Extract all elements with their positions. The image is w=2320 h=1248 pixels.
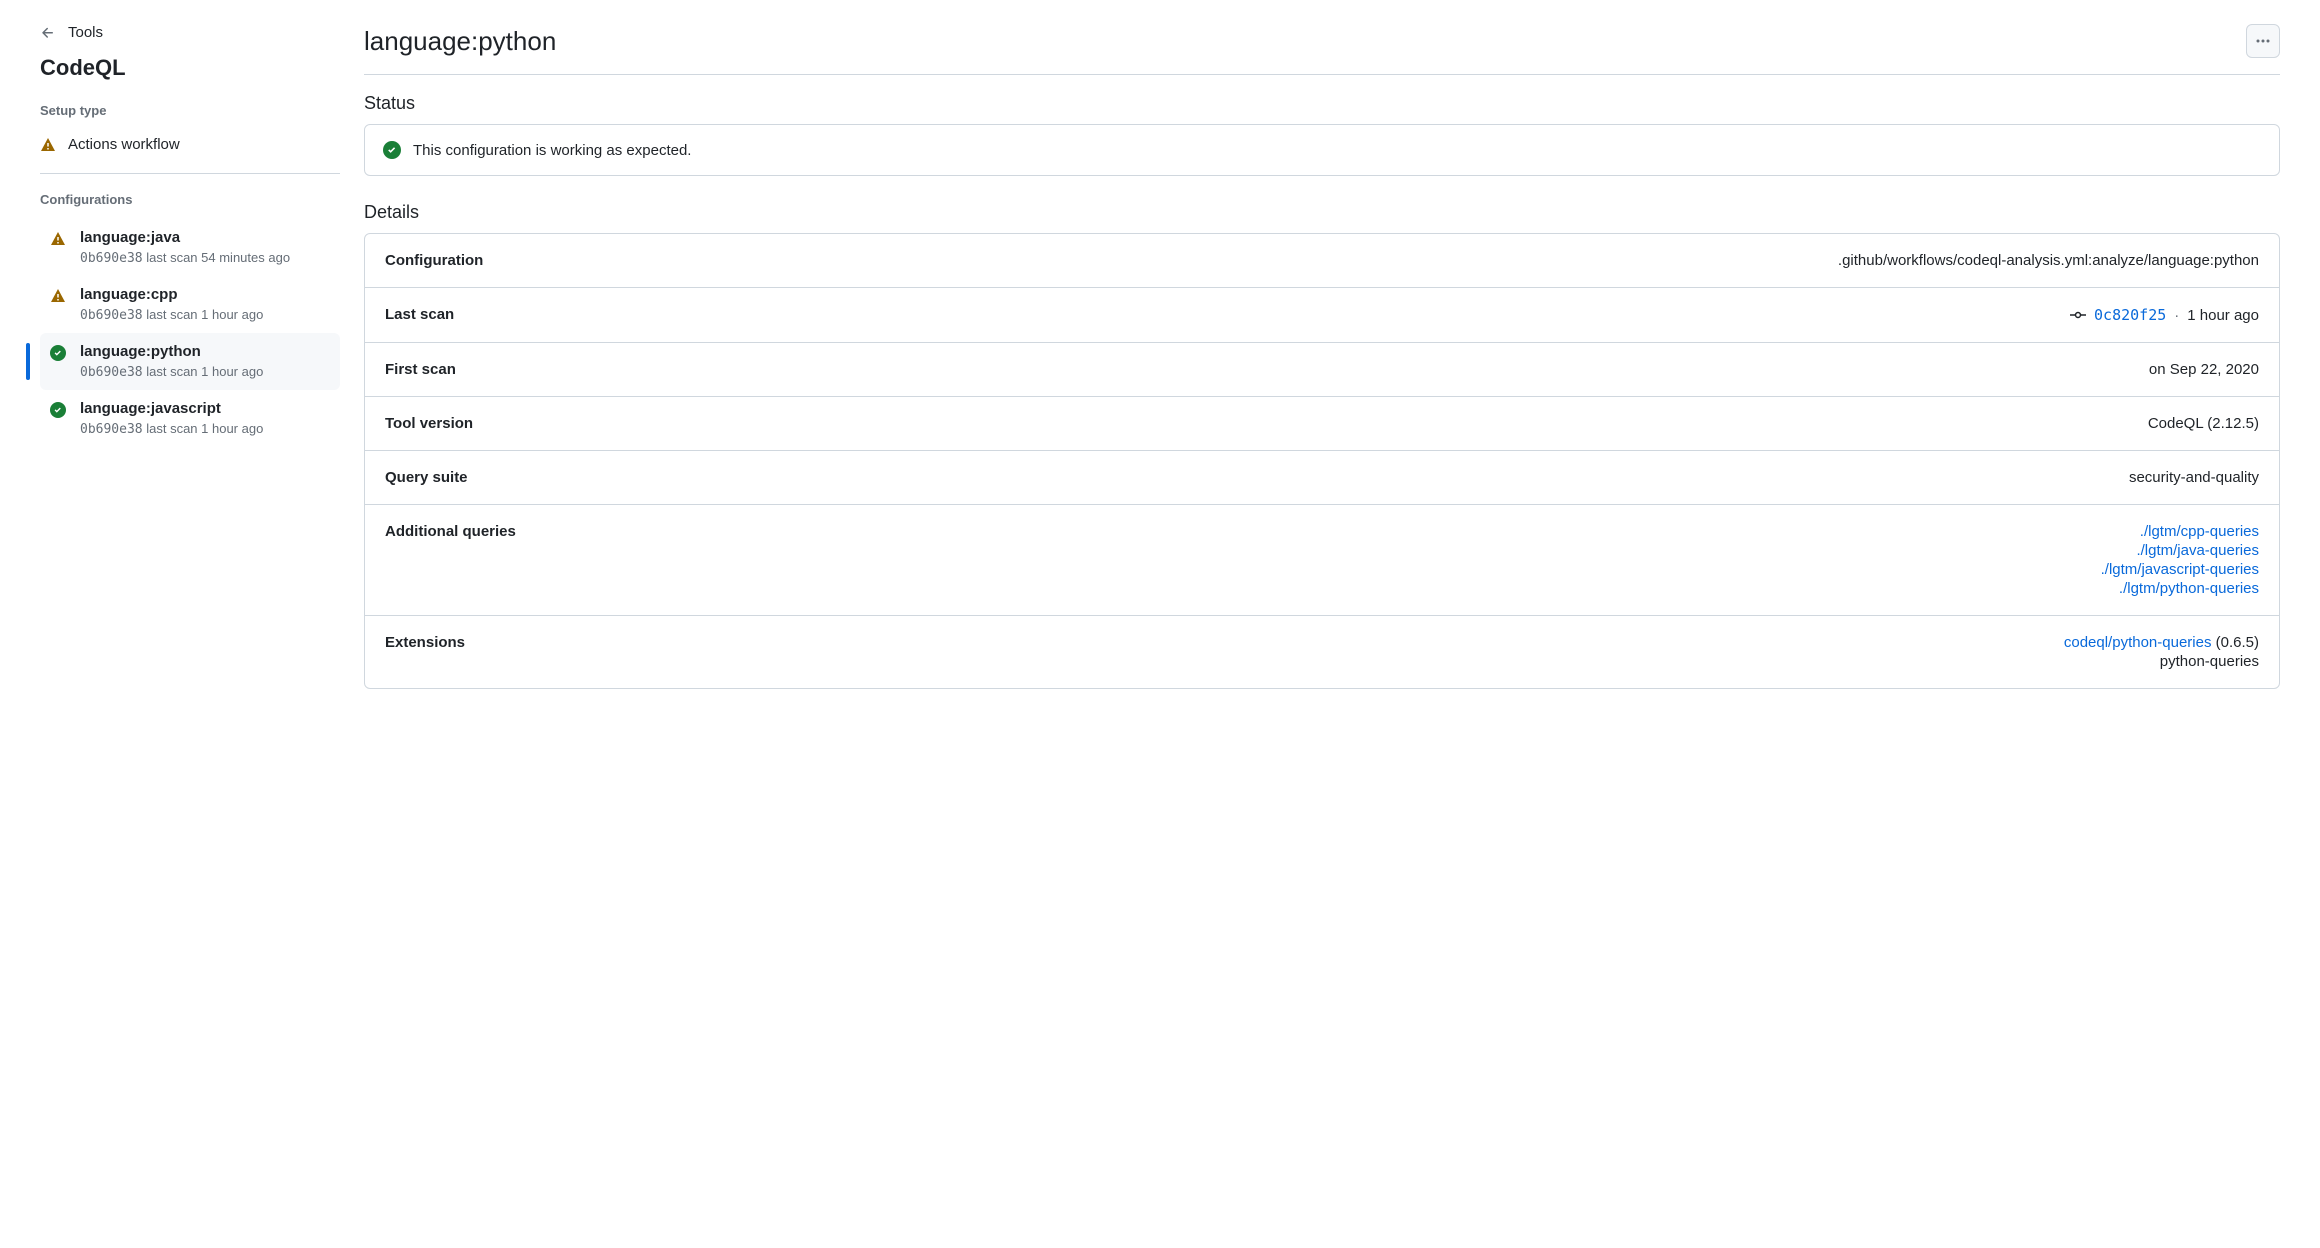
config-name: language:java	[80, 229, 330, 246]
back-link[interactable]: Tools	[40, 24, 340, 41]
separator: ·	[2174, 307, 2179, 324]
status-box: This configuration is working as expecte…	[364, 124, 2280, 176]
check-circle-icon	[50, 402, 68, 420]
config-meta: 0b690e38 last scan 54 minutes ago	[80, 250, 330, 266]
sidebar: Tools CodeQL Setup type Actions workflow…	[40, 24, 340, 689]
row-last-scan: Last scan 0c820f25 · 1 hour ago	[365, 288, 2279, 343]
row-label: Extensions	[385, 634, 465, 651]
status-heading: Status	[364, 93, 2280, 114]
sidebar-config-item[interactable]: language:java 0b690e38 last scan 54 minut…	[40, 219, 340, 276]
last-scan-commit-link[interactable]: 0c820f25	[2094, 306, 2166, 324]
additional-query-link[interactable]: ./lgtm/cpp-queries	[2140, 523, 2259, 540]
row-label: Configuration	[385, 252, 483, 269]
back-label: Tools	[68, 24, 103, 41]
row-additional-queries: Additional queries ./lgtm/cpp-queries ./l…	[365, 505, 2279, 616]
row-label: Query suite	[385, 469, 468, 486]
setup-type-label: Setup type	[40, 103, 340, 118]
config-meta: 0b690e38 last scan 1 hour ago	[80, 364, 330, 380]
config-meta: 0b690e38 last scan 1 hour ago	[80, 307, 330, 323]
row-label: Tool version	[385, 415, 473, 432]
arrow-left-icon	[40, 25, 56, 41]
details-heading: Details	[364, 202, 2280, 223]
config-meta: 0b690e38 last scan 1 hour ago	[80, 421, 330, 437]
setup-type-value: Actions workflow	[68, 136, 180, 153]
first-scan-value: on Sep 22, 2020	[2149, 361, 2259, 378]
extension-version: (0.6.5)	[2216, 634, 2259, 651]
setup-type-row[interactable]: Actions workflow	[40, 130, 340, 174]
row-label: Additional queries	[385, 523, 516, 540]
row-first-scan: First scan on Sep 22, 2020	[365, 343, 2279, 397]
configuration-value: .github/workflows/codeql-analysis.yml:an…	[1838, 252, 2259, 269]
configurations-list: language:java 0b690e38 last scan 54 minut…	[40, 219, 340, 447]
row-label: First scan	[385, 361, 456, 378]
alert-icon	[50, 231, 68, 249]
additional-query-link[interactable]: ./lgtm/javascript-queries	[2101, 561, 2259, 578]
sidebar-config-item[interactable]: language:cpp 0b690e38 last scan 1 hour ag…	[40, 276, 340, 333]
extension-plain: python-queries	[2160, 653, 2259, 670]
extension-link[interactable]: codeql/python-queries	[2064, 634, 2212, 651]
alert-icon	[40, 137, 56, 153]
commit-icon	[2070, 307, 2086, 323]
status-message: This configuration is working as expecte…	[413, 142, 691, 159]
main: language:python Status This configuratio…	[364, 24, 2280, 689]
additional-query-link[interactable]: ./lgtm/java-queries	[2136, 542, 2259, 559]
tool-version-value: CodeQL (2.12.5)	[2148, 415, 2259, 432]
kebab-icon	[2255, 33, 2271, 49]
configurations-label: Configurations	[40, 192, 340, 207]
row-label: Last scan	[385, 306, 454, 323]
sidebar-config-item[interactable]: language:python 0b690e38 last scan 1 hour…	[40, 333, 340, 390]
page-title: language:python	[364, 26, 556, 57]
row-query-suite: Query suite security-and-quality	[365, 451, 2279, 505]
sidebar-title: CodeQL	[40, 55, 340, 81]
row-extensions: Extensions codeql/python-queries (0.6.5)…	[365, 616, 2279, 688]
query-suite-value: security-and-quality	[2129, 469, 2259, 486]
check-circle-icon	[50, 345, 68, 363]
last-scan-when: 1 hour ago	[2187, 307, 2259, 324]
config-name: language:javascript	[80, 400, 330, 417]
details-table: Configuration .github/workflows/codeql-a…	[364, 233, 2280, 689]
additional-query-link[interactable]: ./lgtm/python-queries	[2119, 580, 2259, 597]
sidebar-config-item[interactable]: language:javascript 0b690e38 last scan 1 …	[40, 390, 340, 447]
alert-icon	[50, 288, 68, 306]
row-configuration: Configuration .github/workflows/codeql-a…	[365, 234, 2279, 288]
config-name: language:cpp	[80, 286, 330, 303]
row-tool-version: Tool version CodeQL (2.12.5)	[365, 397, 2279, 451]
check-circle-icon	[383, 141, 401, 159]
more-actions-button[interactable]	[2246, 24, 2280, 58]
config-name: language:python	[80, 343, 330, 360]
